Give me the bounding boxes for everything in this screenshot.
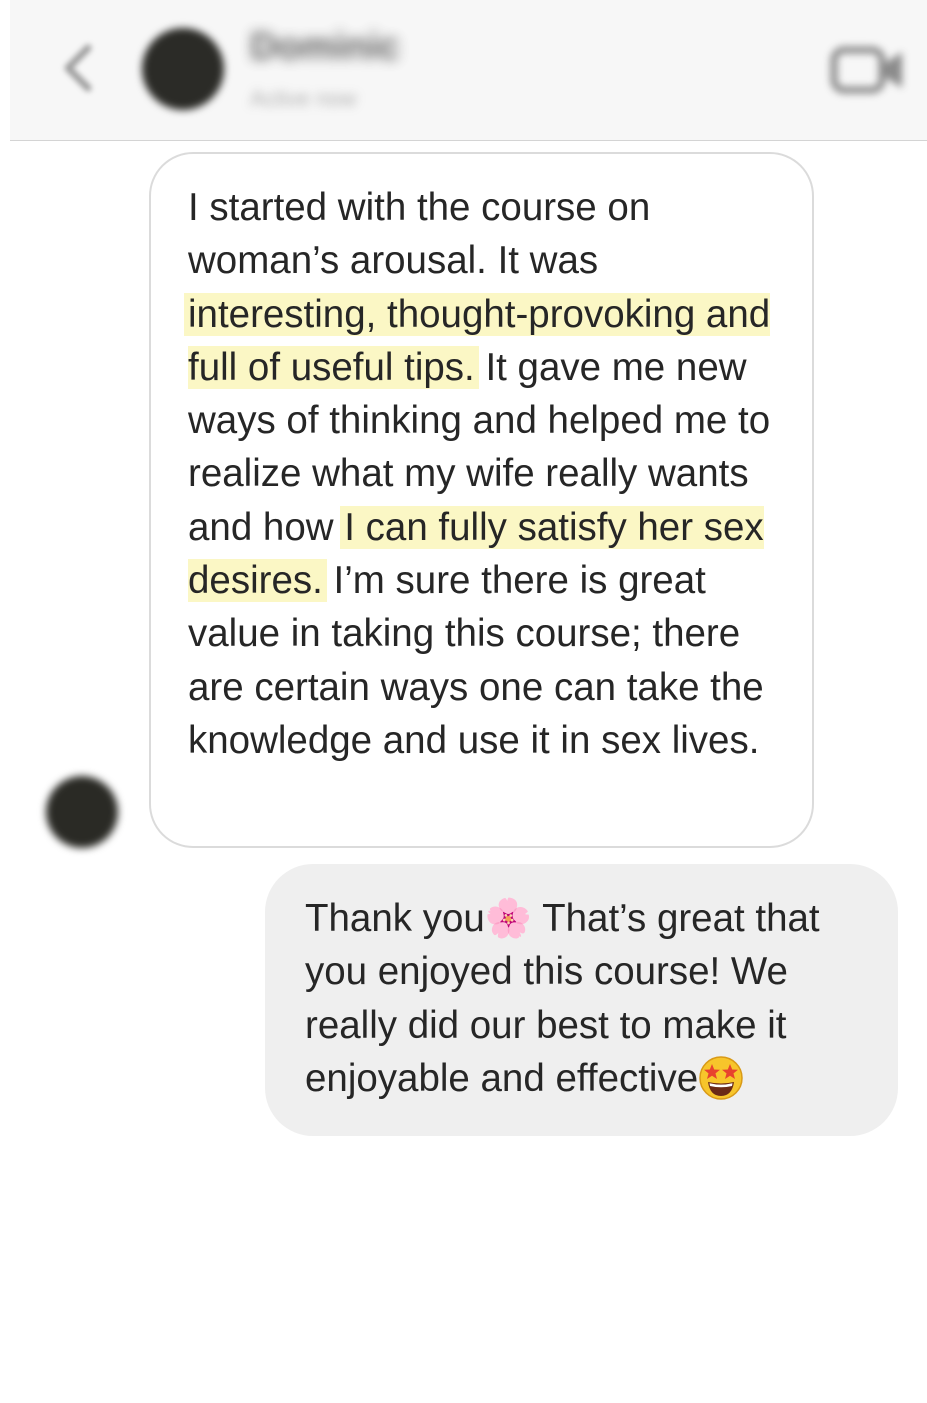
avatar[interactable] — [142, 28, 224, 110]
star-struck-emoji — [698, 1055, 744, 1101]
received-message-bubble[interactable]: I started with the course on woman’s aro… — [149, 152, 814, 848]
avatar[interactable] — [46, 776, 118, 848]
sent-message-text: Thank you🌸 That’s great that you enjoyed… — [305, 892, 868, 1105]
sent-message-bubble[interactable]: Thank you🌸 That’s great that you enjoyed… — [265, 864, 898, 1136]
contact-name[interactable]: Dominic — [250, 26, 400, 69]
video-camera-icon[interactable] — [828, 38, 908, 102]
contact-status: Active now — [250, 86, 357, 111]
chevron-left-icon[interactable] — [58, 42, 98, 94]
message-text-segment: I started with the course on woman’s aro… — [188, 186, 651, 283]
received-message-text: I started with the course on woman’s aro… — [184, 181, 776, 767]
cherry-blossom-emoji: 🌸 — [484, 896, 533, 940]
message-text-segment: Thank you — [305, 897, 485, 940]
chat-header: Dominic Active now — [10, 0, 927, 141]
